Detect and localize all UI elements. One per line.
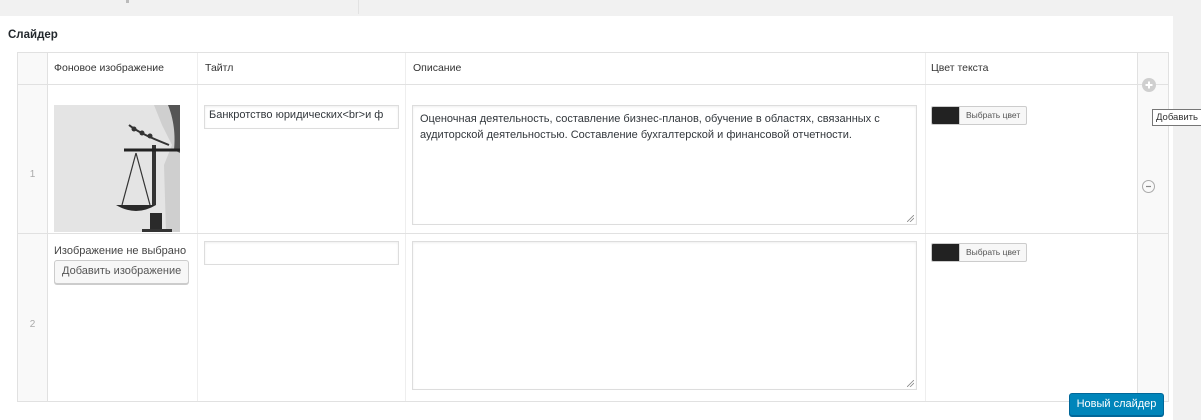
slider-settings-panel: Слайдер Фоновое изображение Тайтл Описан…: [0, 16, 1201, 420]
color-picker-button[interactable]: Выбрать цвет: [931, 243, 1028, 262]
minus-circle-icon[interactable]: [1142, 180, 1155, 193]
scales-image: [54, 105, 180, 232]
plus-circle-icon[interactable]: [1142, 78, 1156, 92]
header-text-color: Цвет текста: [931, 62, 989, 74]
tab-divider: [358, 0, 359, 14]
add-row-tooltip: Добавить: [1152, 109, 1201, 126]
row-number[interactable]: 1: [18, 169, 47, 180]
header-divider: [18, 84, 1168, 85]
description-textarea[interactable]: [412, 241, 917, 390]
new-slider-button[interactable]: Новый слайдер: [1069, 393, 1164, 416]
header-description: Описание: [413, 62, 462, 74]
tab-fragment: [126, 0, 129, 3]
description-text: Оценочная деятельность, составление бизн…: [420, 113, 880, 141]
description-textarea[interactable]: Оценочная деятельность, составление бизн…: [412, 105, 917, 225]
top-tab-strip: [0, 0, 1201, 16]
resize-grip-icon[interactable]: [907, 380, 914, 387]
header-title: Тайтл: [205, 62, 234, 74]
color-picker-label: Выбрать цвет: [959, 107, 1026, 124]
title-input[interactable]: Банкротство юридических<br>и ф: [204, 105, 399, 129]
background-image-thumbnail[interactable]: [54, 105, 180, 232]
column-divider: [197, 53, 198, 401]
column-divider: [925, 53, 926, 401]
resize-grip-icon[interactable]: [907, 215, 914, 222]
header-background-image: Фоновое изображение: [54, 62, 164, 74]
row-number-column: [18, 53, 48, 401]
color-picker-label: Выбрать цвет: [959, 244, 1026, 261]
add-image-button[interactable]: Добавить изображение: [54, 260, 190, 284]
slider-repeater-table: Фоновое изображение Тайтл Описание Цвет …: [17, 52, 1169, 402]
row-actions-column: [1137, 53, 1168, 401]
color-picker-button[interactable]: Выбрать цвет: [931, 106, 1028, 125]
color-swatch: [932, 244, 959, 261]
title-input[interactable]: [204, 241, 399, 265]
column-divider: [405, 53, 406, 401]
row-divider: [18, 233, 1168, 234]
color-swatch: [932, 107, 959, 124]
row-number[interactable]: 2: [18, 319, 47, 330]
section-title: Слайдер: [8, 29, 58, 41]
no-image-label: Изображение не выбрано: [54, 245, 187, 257]
